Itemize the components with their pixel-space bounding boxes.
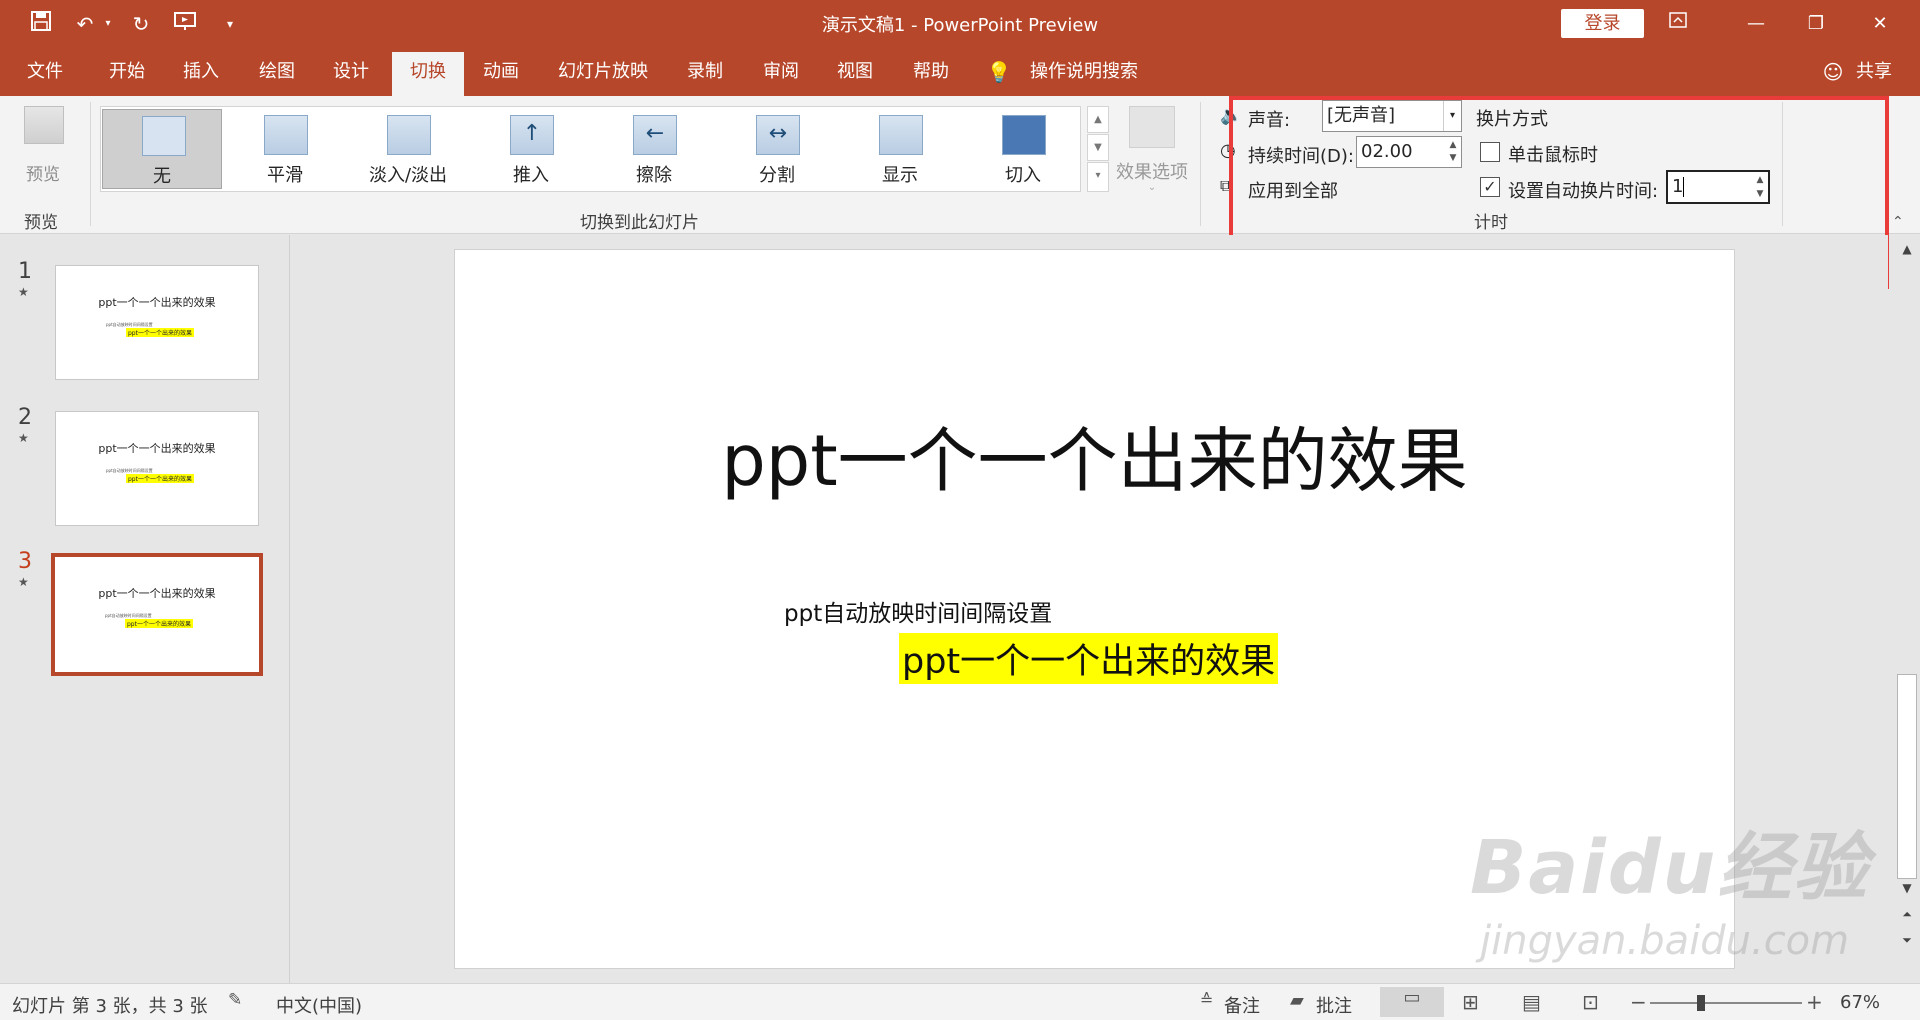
zoom-in-icon[interactable]: + [1806,990,1823,1014]
lightbulb-icon[interactable]: 💡 [984,52,1014,96]
gallery-scroll-up-icon[interactable]: ▲ [1087,106,1109,133]
ribbon-tabs: 文件 开始 插入 绘图 设计 切换 动画 幻灯片放映 录制 审阅 视图 帮助 💡… [0,48,1920,96]
transition-reveal-icon [879,115,923,155]
close-icon[interactable]: ✕ [1850,8,1910,40]
login-button[interactable]: 登录 [1561,9,1644,38]
ribbon-display-options-icon[interactable] [1648,8,1708,40]
effect-options-button[interactable]: 效果选项 ⌄ [1112,102,1192,198]
thumbnail-title: ppt一个一个出来的效果 [98,442,216,455]
previous-slide-icon[interactable]: ⏶ [1895,902,1919,926]
status-bar: 幻灯片 第 3 张，共 3 张 ✎ 中文(中国) ≙ 备注 ▰ 批注 ▭ ⊞ ▤… [0,983,1920,1020]
preview-button[interactable]: 预览 [14,102,72,185]
preview-group-label: 预览 [24,213,58,233]
minimize-icon[interactable]: — [1726,8,1786,40]
tab-view[interactable]: 视图 [822,52,888,96]
vertical-scrollbar[interactable]: ▲ ▼ ⏶ ⏷ [1894,234,1920,983]
reading-view-icon[interactable]: ▤ [1522,990,1541,1014]
zoom-slider-thumb[interactable] [1696,995,1705,1011]
title-bar: ↶ ▾ ↻ ▾ 演示文稿1 - PowerPoint Preview 登录 — … [0,0,1920,48]
transition-star-icon: ★ [18,575,29,589]
thumbnail-highlight: ppt一个一个出来的效果 [126,328,194,337]
effect-options-dropdown-icon: ⌄ [1147,182,1157,193]
slideshow-view-icon[interactable]: ⊡ [1582,990,1599,1014]
transition-push[interactable]: ↑ 推入 [471,109,591,189]
notes-button[interactable]: 备注 [1224,992,1260,1018]
transition-fade-icon [387,115,431,155]
scroll-down-icon[interactable]: ▼ [1895,876,1919,900]
slide-thumbnail[interactable]: ppt一个一个出来的效果 ppt自动放映时间间隔设置 ppt一个一个出来的效果 [55,265,259,380]
effect-options-icon [1129,106,1175,148]
scrollbar-thumb[interactable] [1897,674,1917,879]
transition-morph[interactable]: 平滑 [225,109,345,189]
transition-morph-icon [264,115,308,155]
restore-icon[interactable]: ❐ [1786,8,1846,40]
share-button[interactable]: 共享 [1848,52,1900,96]
slide-number: 1 [18,259,32,284]
thumbnail-highlight: ppt一个一个出来的效果 [126,474,194,483]
notes-icon[interactable]: ≙ [1200,990,1213,1009]
scroll-up-icon[interactable]: ▲ [1895,237,1919,261]
gallery-scroll-down-icon[interactable]: ▼ [1087,134,1109,161]
tab-record[interactable]: 录制 [672,52,738,96]
normal-view-icon[interactable]: ▭ [1380,987,1444,1017]
transition-gallery: 无 平滑 淡入/淡出 ↑ 推入 ← 擦除 ↔ 分割 显示 切入 [100,106,1081,192]
transition-split-icon: ↔ [756,115,800,155]
zoom-out-icon[interactable]: − [1630,990,1647,1014]
slide-number: 2 [18,405,32,430]
share-person-icon[interactable]: ☺ [1818,52,1848,96]
group-divider [1200,102,1201,226]
collapse-ribbon-icon[interactable]: ⌃ [1892,214,1904,230]
transition-none-icon [142,116,186,156]
tab-review[interactable]: 审阅 [748,52,814,96]
slide-title[interactable]: ppt一个一个出来的效果 [455,405,1734,506]
next-slide-icon[interactable]: ⏷ [1895,928,1919,952]
slide-thumbnail[interactable]: ppt一个一个出来的效果 ppt自动放映时间间隔设置 ppt一个一个出来的效果 [55,411,259,526]
language-status[interactable]: 中文(中国) [276,992,362,1018]
thumbnail-title: ppt一个一个出来的效果 [98,296,216,309]
transition-fade[interactable]: 淡入/淡出 [348,109,468,189]
transition-wipe-icon: ← [633,115,677,155]
transition-split[interactable]: ↔ 分割 [717,109,837,189]
transition-cut-icon [1002,115,1046,155]
group-divider [90,102,91,226]
transition-star-icon: ★ [18,285,29,299]
tab-home[interactable]: 开始 [94,52,160,96]
effect-options-label: 效果选项 [1116,162,1188,183]
slide-count-status: 幻灯片 第 3 张，共 3 张 [12,996,208,1017]
tell-me-search[interactable]: 操作说明搜索 [1022,52,1146,96]
tab-draw[interactable]: 绘图 [244,52,310,96]
thumbnail-highlight: ppt一个一个出来的效果 [125,619,193,628]
slide-highlighted-text[interactable]: ppt一个一个出来的效果 [899,633,1279,684]
transition-star-icon: ★ [18,431,29,445]
transition-none[interactable]: 无 [102,109,222,189]
tab-slideshow[interactable]: 幻灯片放映 [546,52,660,96]
thumbnail-title: ppt一个一个出来的效果 [98,587,216,600]
zoom-slider[interactable] [1650,995,1802,1011]
tab-design[interactable]: 设计 [318,52,384,96]
transitions-group-label: 切换到此幻灯片 [580,213,699,233]
slide-number: 3 [18,549,32,574]
tab-help[interactable]: 帮助 [898,52,964,96]
slide-canvas[interactable]: ppt一个一个出来的效果 ppt自动放映时间间隔设置 ppt一个一个出来的效果 [454,249,1735,969]
slide-thumbnail-current[interactable]: ppt一个一个出来的效果 ppt自动放映时间间隔设置 ppt一个一个出来的效果 [51,553,263,676]
gallery-more-icon[interactable]: ▾ [1087,162,1109,192]
preview-icon [24,106,64,144]
transition-push-icon: ↑ [510,115,554,155]
slide-subtitle[interactable]: ppt自动放映时间间隔设置 [784,594,1052,628]
transition-cut[interactable]: 切入 [963,109,1083,189]
tab-transitions[interactable]: 切换 [392,52,464,96]
preview-label: 预览 [26,165,60,185]
transition-wipe[interactable]: ← 擦除 [594,109,714,189]
transition-reveal[interactable]: 显示 [840,109,960,189]
zoom-level[interactable]: 67% [1840,992,1880,1013]
slide-sorter-icon[interactable]: ⊞ [1462,990,1479,1014]
tab-insert[interactable]: 插入 [168,52,234,96]
tab-file[interactable]: 文件 [12,52,78,96]
accessibility-check-icon[interactable]: ✎ [228,990,242,1010]
comments-button[interactable]: 批注 [1316,992,1352,1018]
tab-animations[interactable]: 动画 [468,52,534,96]
comments-icon[interactable]: ▰ [1290,990,1304,1011]
slide-thumbnail-pane: 1 ★ ppt一个一个出来的效果 ppt自动放映时间间隔设置 ppt一个一个出来… [0,235,290,983]
